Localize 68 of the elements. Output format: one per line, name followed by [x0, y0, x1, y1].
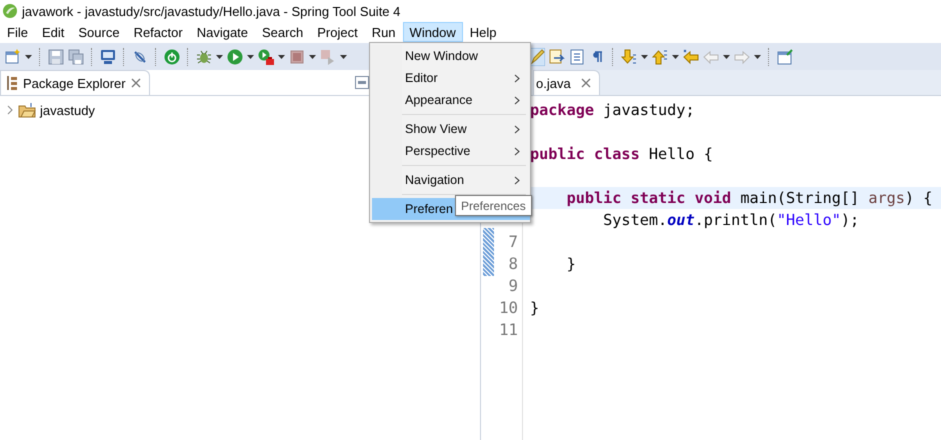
code-line: package javastudy;: [530, 101, 695, 119]
menu-entry[interactable]: Appearance: [372, 89, 530, 111]
tooltip: Preferences: [455, 195, 532, 216]
code-line: }: [566, 255, 576, 273]
power-icon[interactable]: [164, 48, 180, 64]
menu-item[interactable]: Project: [310, 22, 365, 42]
code-line: }: [530, 299, 540, 317]
caret-icon[interactable]: [216, 54, 223, 58]
editor-tab[interactable]: o.java: [533, 70, 600, 95]
arrow-up-icon[interactable]: [652, 48, 668, 64]
arrow-down-icon[interactable]: [621, 48, 637, 64]
list-icon[interactable]: [569, 48, 585, 64]
line-number: 7: [508, 232, 518, 251]
line-number: 10: [499, 298, 518, 317]
code-line: public class Hello {: [530, 145, 713, 163]
view-tab[interactable]: Package Explorer: [0, 70, 150, 95]
close-icon[interactable]: [130, 78, 141, 88]
chevron-right-icon: [514, 176, 520, 184]
chevron-right-icon: [514, 96, 520, 104]
code-line: public static void main(String[] args) {: [566, 189, 932, 207]
menu-item[interactable]: Run: [364, 22, 403, 42]
menu-entry[interactable]: Perspective: [372, 140, 530, 162]
menu-item[interactable]: Window: [402, 22, 463, 42]
caret-icon[interactable]: [641, 54, 648, 58]
close-icon[interactable]: [580, 78, 591, 88]
menu-item[interactable]: Source: [71, 22, 127, 42]
chevron-right-icon: [514, 124, 520, 134]
project-folder-icon: [18, 102, 36, 118]
caret-icon[interactable]: [309, 54, 316, 58]
save-icon[interactable]: [48, 48, 64, 64]
minimize-icon[interactable]: [355, 76, 369, 89]
chevron-right-icon: [514, 146, 520, 156]
run-tools-icon[interactable]: [258, 48, 274, 64]
app-logo-icon: [2, 3, 18, 19]
new-file-icon[interactable]: [5, 48, 21, 64]
caret-icon[interactable]: [247, 54, 254, 58]
package-tree-icon: [6, 76, 18, 90]
caret-icon[interactable]: [25, 54, 32, 58]
tree-item[interactable]: javastudy: [40, 102, 95, 118]
document-icon[interactable]: [549, 48, 565, 64]
save-all-icon[interactable]: [68, 48, 84, 64]
caret-icon[interactable]: [278, 54, 285, 58]
window-title: javawork - javastudy/src/javastudy/Hello.java - Spring Tool Suite 4: [22, 4, 400, 18]
caret-icon[interactable]: [754, 54, 761, 58]
menu-item[interactable]: Edit: [34, 22, 72, 42]
caret-icon[interactable]: [672, 54, 679, 58]
caret-icon[interactable]: [340, 54, 347, 58]
pin-icon[interactable]: [132, 48, 148, 64]
menu-item[interactable]: Navigate: [190, 22, 256, 42]
monitor-icon[interactable]: [100, 48, 116, 64]
code-line: System.out.println("Hello");: [602, 211, 860, 229]
menu-item[interactable]: Help: [462, 22, 504, 42]
menu-item[interactable]: Search: [255, 22, 310, 42]
line-number: 9: [508, 276, 518, 295]
line-number: 8: [508, 254, 518, 273]
chevron-right-icon: [514, 74, 520, 82]
caret-icon[interactable]: [723, 54, 730, 58]
bug-icon[interactable]: [196, 48, 212, 64]
menu-item[interactable]: File: [0, 22, 35, 42]
open-window-icon[interactable]: [777, 48, 793, 64]
menu-entry[interactable]: Navigation: [372, 169, 530, 191]
expand-icon[interactable]: [6, 105, 14, 115]
line-number: 11: [499, 320, 518, 339]
overview-marker: [483, 228, 494, 276]
menu-entry[interactable]: New Window: [372, 45, 530, 67]
menu-entry[interactable]: Show View: [372, 118, 530, 140]
menu-item[interactable]: Refactor: [126, 22, 190, 42]
menu-entry[interactable]: Editor: [372, 67, 530, 89]
